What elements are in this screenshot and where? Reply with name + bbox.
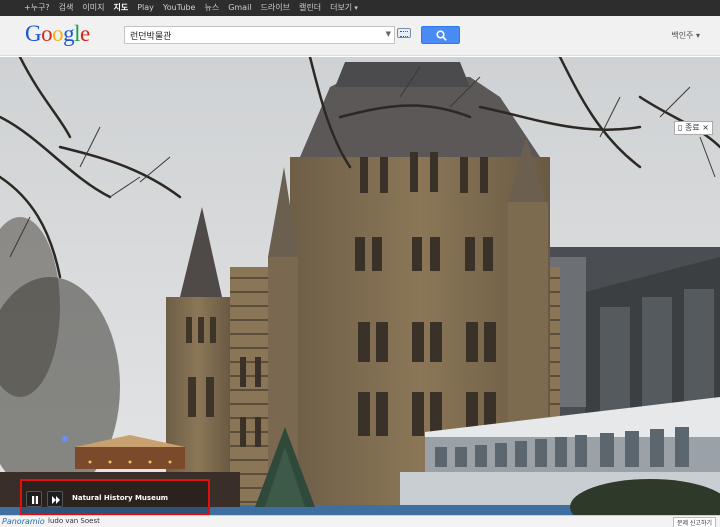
chevron-down-icon[interactable]: ▼ <box>386 30 391 38</box>
slideshow-controls: Natural History Museum <box>20 479 210 516</box>
topbar-item-maps[interactable]: 지도 <box>114 0 129 16</box>
photo-viewer: ▯ 종료 × <box>0 57 720 527</box>
topbar-item-more[interactable]: 더보기 <box>330 0 358 16</box>
fast-forward-icon <box>52 496 60 504</box>
search-button[interactable] <box>421 26 460 44</box>
logo-letter: o <box>52 21 64 46</box>
topbar-item-youtube[interactable]: YouTube <box>163 0 196 16</box>
topbar-item-images[interactable]: 이미지 <box>82 0 104 16</box>
search-box: ▼ <box>124 26 395 44</box>
logo-letter: e <box>80 21 90 46</box>
logo-letter: g <box>63 21 75 46</box>
magnifier-icon <box>436 30 447 41</box>
museum-photo <box>0 57 720 527</box>
header: Google ▼ 백인주 ▾ <box>0 16 720 56</box>
topbar-item-drive[interactable]: 드라이브 <box>261 0 290 16</box>
search-input[interactable] <box>125 27 380 43</box>
user-account-menu[interactable]: 백인주 ▾ <box>671 30 700 41</box>
photo-title[interactable]: Natural History Museum <box>72 494 168 502</box>
photo-author[interactable]: ludo van Soest <box>48 517 100 525</box>
topbar-item-search[interactable]: 검색 <box>59 0 74 16</box>
topbar-item-gmail[interactable]: Gmail <box>228 0 251 16</box>
topbar-item-plus-you[interactable]: +누구? <box>24 0 50 16</box>
keyboard-icon[interactable] <box>397 28 411 38</box>
google-logo[interactable]: Google <box>25 21 90 47</box>
logo-letter: o <box>41 21 53 46</box>
photo-credits-bar: Panoramio ludo van Soest 문제 신고하기 <box>0 515 720 527</box>
topbar-item-play[interactable]: Play <box>137 0 154 16</box>
panoramio-logo[interactable]: Panoramio <box>2 517 45 526</box>
topbar-item-news[interactable]: 뉴스 <box>204 0 219 16</box>
logo-letter: G <box>25 21 42 46</box>
close-photo-button[interactable]: ▯ 종료 × <box>674 121 713 135</box>
report-problem-link[interactable]: 문제 신고하기 <box>672 517 716 527</box>
topbar-item-calendar[interactable]: 캘린더 <box>299 0 321 16</box>
fast-forward-button[interactable] <box>47 491 63 507</box>
top-navigation-bar: +누구? 검색 이미지 지도 Play YouTube 뉴스 Gmail 드라이… <box>0 0 720 16</box>
pause-button[interactable] <box>26 491 42 507</box>
pause-icon <box>32 496 38 504</box>
